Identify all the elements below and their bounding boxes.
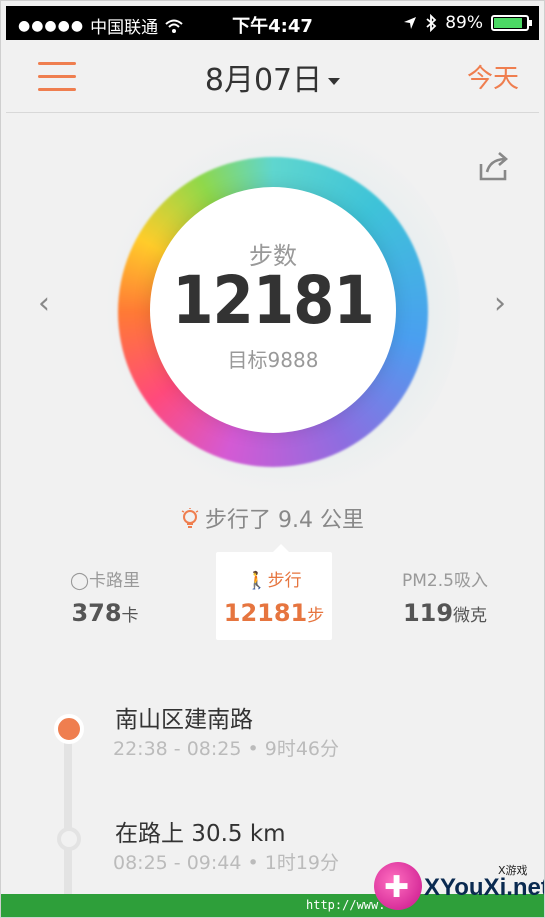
timeline-item-time: 08:25 - 09:44 • 1时19分 xyxy=(113,852,339,874)
battery-icon xyxy=(491,15,532,31)
distance-summary: 步行了 9.4 公里 xyxy=(0,502,545,534)
timeline-item-title[interactable]: 在路上 30.5 km xyxy=(115,814,286,848)
gamepad-logo-icon: ✚ xyxy=(374,862,422,910)
pm25-value-row: 119微克 xyxy=(380,599,510,627)
watermark-brand: XYouXi.net xyxy=(424,874,545,901)
calories-value: 378 xyxy=(71,599,122,627)
nav-bar: 8月07日 今天 xyxy=(6,40,539,113)
chevron-down-icon xyxy=(328,78,341,85)
watermark-small: X游戏 xyxy=(498,864,528,877)
walking-icon: 🚶 xyxy=(246,571,268,591)
timeline-dot xyxy=(57,827,81,851)
next-day-arrow-icon[interactable]: › xyxy=(494,286,506,321)
lightbulb-icon xyxy=(181,508,199,528)
steps-tab-label: 步行 xyxy=(267,571,302,591)
today-button[interactable]: 今天 xyxy=(467,58,519,95)
steps-goal: 目标9888 xyxy=(227,348,319,372)
steps-value: 12181 xyxy=(172,262,375,339)
timeline-dot-active xyxy=(54,714,84,744)
calories-value-row: 378卡 xyxy=(40,599,170,627)
pm25-value: 119 xyxy=(402,599,454,627)
steps-tab-label-row: 🚶步行 xyxy=(216,566,332,591)
pm25-unit: 微克 xyxy=(453,606,488,626)
drop-icon: ◯ xyxy=(69,571,90,591)
bluetooth-icon xyxy=(426,14,437,32)
watermark-url: http://www. xyxy=(306,898,386,912)
pm25-label: PM2.5吸入 xyxy=(402,571,488,591)
tab-steps[interactable]: 🚶步行 12181步 xyxy=(216,544,332,640)
date-label: 8月07日 xyxy=(204,63,323,98)
status-right: 89% xyxy=(403,13,532,33)
distance-text: 步行了 9.4 公里 xyxy=(205,508,364,533)
location-icon xyxy=(404,17,417,29)
timeline-item-time: 22:38 - 08:25 • 9时46分 xyxy=(113,738,339,760)
date-selector[interactable]: 8月07日 xyxy=(6,55,539,99)
tab-pm25[interactable]: PM2.5吸入 119微克 xyxy=(380,552,510,640)
steps-tab-unit: 步 xyxy=(307,606,325,626)
share-icon[interactable] xyxy=(478,150,512,182)
steps-tab-value: 12181 xyxy=(223,599,308,627)
calories-unit: 卡 xyxy=(121,606,139,626)
timeline-item-title[interactable]: 南山区建南路 xyxy=(115,700,253,734)
calories-label-row: ◯卡路里 xyxy=(40,566,170,591)
tab-calories[interactable]: ◯卡路里 378卡 xyxy=(40,552,170,640)
previous-day-arrow-icon[interactable]: ‹ xyxy=(38,286,50,321)
timeline-line xyxy=(64,728,72,898)
steps-tab-value-row: 12181步 xyxy=(216,599,332,627)
status-bar: ●●●●● 中国联通 下午4:47 89% xyxy=(6,6,539,40)
calories-label: 卡路里 xyxy=(89,571,141,591)
battery-percent: 89% xyxy=(445,13,483,33)
